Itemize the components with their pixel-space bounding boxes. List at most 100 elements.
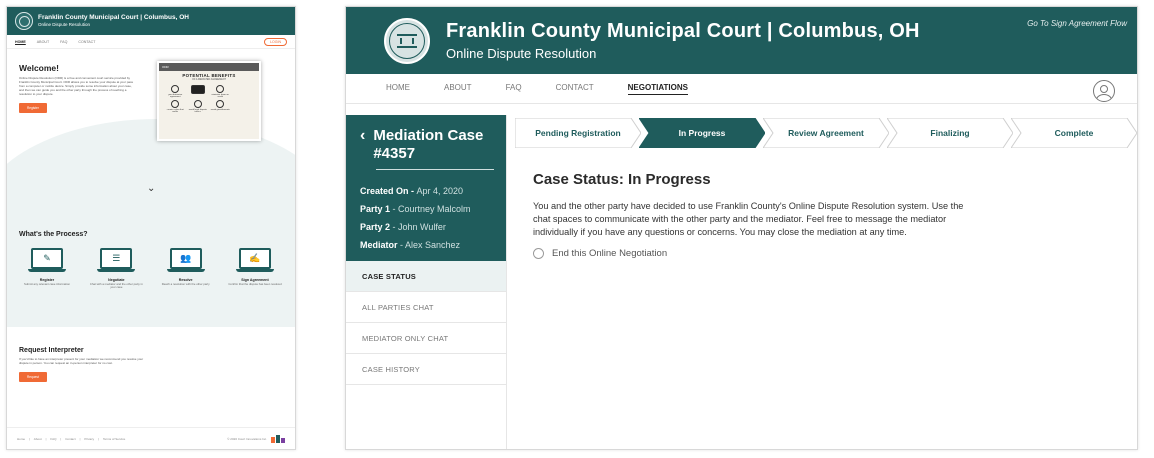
case-meta: Created On - Apr 4, 2020 Party 1 - Court… xyxy=(360,182,494,254)
court-seal-icon xyxy=(384,17,430,64)
benefit-icon xyxy=(216,100,225,108)
mini-footer: Home | About | FAQ | Contact | Privacy |… xyxy=(7,427,295,449)
sign-agreement-flow-link[interactable]: Go To Sign Agreement Flow xyxy=(1027,19,1127,28)
footer-link-privacy[interactable]: Privacy xyxy=(84,437,94,441)
register-button[interactable]: Register xyxy=(19,103,47,113)
request-interpreter-button[interactable]: Request xyxy=(19,372,47,382)
footer-separator: | xyxy=(79,436,81,441)
process-step-resolve: 👥 Resolve Reach a resolution with the ot… xyxy=(158,248,214,290)
welcome-title: Welcome! xyxy=(19,63,59,73)
footer-separator: | xyxy=(98,436,99,441)
mini-hero: Welcome! Online Dispute Resolution (ODR)… xyxy=(7,49,295,219)
footer-separator: | xyxy=(29,436,30,441)
benefit-item: create a plan that works xyxy=(165,100,186,113)
mini-nav-home[interactable]: HOME xyxy=(15,40,26,44)
mini-nav-contact[interactable]: CONTACT xyxy=(78,40,95,44)
nav-negotiations[interactable]: NEGOTIATIONS xyxy=(627,83,688,95)
footer-copyright: © 2020 Court Innovations Inc. xyxy=(227,436,267,441)
mini-header: Franklin County Municipal Court | Columb… xyxy=(7,7,295,35)
step-label: Review Agreement xyxy=(788,128,864,138)
footer-link-faq[interactable]: FAQ xyxy=(50,437,56,441)
process-step-sign: ✍ Sign Agreement Confirm that the disput… xyxy=(227,248,283,290)
case-status-title: Case Status: In Progress xyxy=(533,171,711,188)
nav-home[interactable]: HOME xyxy=(386,83,410,94)
benefit-item: you determine agreement xyxy=(165,85,186,98)
video-title-bar: ODR xyxy=(159,63,259,71)
process-title: What's the Process? xyxy=(19,231,88,238)
nav-faq[interactable]: FAQ xyxy=(506,83,522,94)
mini-site-subtitle: Online Dispute Resolution xyxy=(38,21,91,27)
tab-case-status[interactable]: CASE STATUS xyxy=(346,261,506,292)
laptop-register-icon: ✎ xyxy=(28,248,66,274)
process-step-desc: Chat with a mediator and the other party… xyxy=(89,282,143,290)
tab-all-parties-chat[interactable]: ALL PARTIES CHAT xyxy=(346,292,506,323)
step-label: In Progress xyxy=(678,128,726,138)
tab-mediator-only-chat[interactable]: MEDIATOR ONLY CHAT xyxy=(346,323,506,354)
case-created: Created On - Apr 4, 2020 xyxy=(360,186,464,196)
interpreter-section: Request Interpreter If you'd like to hav… xyxy=(7,327,295,427)
benefit-icon xyxy=(171,100,180,108)
case-party-1: Party 1 - Courtney Malcolm xyxy=(360,204,471,214)
homepage-preview: Franklin County Municipal Court | Columb… xyxy=(6,6,296,450)
process-section: What's the Process? ✎ Register Submit an… xyxy=(7,219,295,327)
footer-link-contact[interactable]: Contact xyxy=(65,437,75,441)
laptop-negotiate-icon: ☰ xyxy=(97,248,136,274)
nav-contact[interactable]: CONTACT xyxy=(556,83,594,94)
welcome-text: Online Dispute Resolution (ODR) is a fre… xyxy=(19,76,134,96)
progress-stepper: Pending Registration In Progress Review Ag… xyxy=(507,115,1137,149)
step-pending-registration: Pending Registration xyxy=(515,118,641,148)
case-tabs: CASE STATUS ALL PARTIES CHAT MEDIATOR ON… xyxy=(346,261,506,385)
benefit-icon xyxy=(171,85,180,93)
end-negotiation-radio[interactable] xyxy=(533,248,544,259)
footer-link-about[interactable]: About xyxy=(34,437,42,441)
laptop-resolve-icon: 👥 xyxy=(166,248,205,274)
process-step-desc: Confirm that the dispute has been resolv… xyxy=(228,282,282,286)
step-label: Pending Registration xyxy=(535,128,621,138)
chevron-down-icon[interactable]: ⌄ xyxy=(147,183,155,194)
step-finalizing: Finalizing xyxy=(887,118,1013,148)
court-seal-icon xyxy=(15,12,33,30)
footer-separator: | xyxy=(45,436,47,441)
step-complete: Complete xyxy=(1011,118,1137,148)
benefit-icon xyxy=(216,85,225,93)
benefits-video[interactable]: ODR POTENTIAL BENEFITS OF A MEDIATED AGR… xyxy=(157,61,261,141)
case-status-text: You and the other party have decided to … xyxy=(533,201,964,237)
benefit-item: minimize harm on credit xyxy=(210,85,231,98)
site-title: Franklin County Municipal Court | Columb… xyxy=(446,20,920,42)
benefit-item: avoid garnishments xyxy=(210,100,231,113)
user-profile-icon[interactable] xyxy=(1093,80,1115,102)
site-header: Franklin County Municipal Court | Columb… xyxy=(346,7,1137,74)
mini-nav-faq[interactable]: FAQ xyxy=(60,40,67,44)
case-party-2: Party 2 - John Wulfer xyxy=(360,222,446,232)
end-negotiation-option[interactable]: End this Online Negotiation xyxy=(533,248,977,259)
interpreter-text: If you'd like to have an interpreter pre… xyxy=(19,357,144,365)
case-info-panel: ‹ Mediation Case #4357 Created On - Apr … xyxy=(346,115,506,261)
mini-login-button[interactable]: LOGIN xyxy=(264,37,287,46)
step-in-progress: In Progress xyxy=(639,118,765,148)
mini-nav-about[interactable]: ABOUT xyxy=(37,40,49,44)
footer-separator: | xyxy=(60,436,62,441)
case-sidebar: ‹ Mediation Case #4357 Created On - Apr … xyxy=(346,115,507,449)
footer-link-terms[interactable]: Terms of Service xyxy=(103,437,125,441)
tab-case-history[interactable]: CASE HISTORY xyxy=(346,354,506,385)
play-icon[interactable] xyxy=(188,85,209,98)
process-step-register: ✎ Register Submit any relevant case info… xyxy=(19,248,75,290)
main-nav: HOME ABOUT FAQ CONTACT NEGOTIATIONS xyxy=(346,74,1137,104)
process-step-negotiate: ☰ Negotiate Chat with a mediator and the… xyxy=(88,248,144,290)
benefit-icon xyxy=(193,100,202,108)
negotiation-page: Franklin County Municipal Court | Columb… xyxy=(345,6,1138,450)
step-label: Complete xyxy=(1054,128,1094,138)
back-chevron-icon[interactable]: ‹ xyxy=(360,127,365,145)
benefit-item xyxy=(233,85,254,98)
case-mediator: Mediator - Alex Sanchez xyxy=(360,240,461,250)
interpreter-title: Request Interpreter xyxy=(19,347,84,354)
mini-nav: HOME ABOUT FAQ CONTACT LOGIN xyxy=(7,35,295,49)
nav-about[interactable]: ABOUT xyxy=(444,83,472,94)
end-negotiation-label: End this Online Negotiation xyxy=(552,248,668,259)
process-step-desc: Reach a resolution with the other party xyxy=(161,282,210,286)
mini-site-title: Franklin County Municipal Court | Columb… xyxy=(38,14,189,21)
process-step-desc: Submit any relevant case information xyxy=(23,282,71,286)
benefit-item: avoid legal dispute tactics xyxy=(188,100,209,113)
footer-link-home[interactable]: Home xyxy=(17,437,25,441)
case-title: Mediation Case #4357 xyxy=(373,127,484,162)
